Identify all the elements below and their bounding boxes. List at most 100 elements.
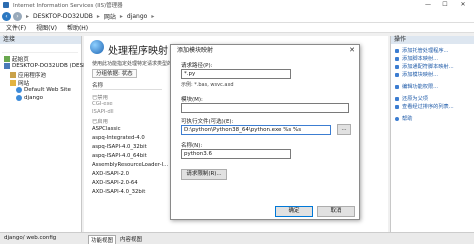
dialog-title: 添加模块映射	[171, 45, 359, 56]
executable-input[interactable]: D:\python\Python38_64\python.exe %s %s	[181, 125, 331, 135]
breadcrumb-separator: ▸	[119, 12, 123, 20]
breadcrumb-separator: ▸	[151, 12, 155, 20]
group-by-dropdown[interactable]: 分组依据: 状态	[92, 69, 137, 78]
action-label: 查看经过排序的列表...	[402, 104, 454, 110]
tree-item-label: 起始页	[12, 57, 29, 63]
tree-item-label: 应用程序池	[18, 73, 46, 79]
bullet-icon	[395, 96, 399, 101]
list-item[interactable]: AXD-ISAPI-2.0	[92, 171, 129, 177]
bullet-icon	[395, 56, 399, 61]
bullet-icon	[395, 104, 399, 109]
list-item[interactable]: aspq-Integrated-4.0	[92, 135, 145, 141]
bullet-icon	[395, 84, 399, 89]
globe-icon	[16, 87, 22, 93]
action-label: 添加通配符脚本映射...	[402, 64, 454, 70]
group-header-disabled: 已禁用	[92, 95, 108, 101]
breadcrumb-sites[interactable]: 网站	[104, 12, 116, 21]
list-item[interactable]: ISAPI-dll	[92, 109, 114, 115]
help-icon	[395, 116, 399, 121]
module-label: 模块(M):	[181, 97, 203, 103]
menu-help[interactable]: 帮助(H)	[67, 23, 88, 32]
folder-icon	[10, 80, 16, 86]
name-label: 名称(N):	[181, 143, 203, 149]
menu-view[interactable]: 视图(V)	[36, 23, 57, 32]
breadcrumb-separator: ▸	[26, 12, 30, 20]
action-add-managed-handler[interactable]: 添加托管处理程序...	[395, 47, 448, 54]
connections-header: 连接	[0, 36, 81, 44]
action-label: 编辑功能权限...	[402, 84, 439, 90]
menu-bar: 文件(F) 视图(V) 帮助(H)	[0, 23, 474, 33]
action-add-module-map[interactable]: 添加模块映射...	[395, 71, 438, 78]
tree-item-django[interactable]: django	[16, 95, 43, 101]
action-label: 添加托管处理程序...	[402, 48, 449, 54]
globe-icon	[16, 95, 22, 101]
bullet-icon	[395, 72, 399, 77]
module-select[interactable]	[181, 103, 349, 113]
tree-item-label: 网站	[18, 81, 30, 87]
action-view-ordered-list[interactable]: 查看经过排序的列表...	[395, 103, 454, 110]
window-title: Internet Information Services (IIS)管理器	[13, 3, 123, 9]
add-module-mapping-dialog: 添加模块映射 ✕ 请求路径(P): *.py 示例: *.bas, wsvc.a…	[170, 44, 360, 220]
cancel-button[interactable]: 取消	[317, 206, 355, 217]
list-item[interactable]: AXD-ISAPI-2.0-64	[92, 180, 138, 186]
list-item[interactable]: aspq-ISAPI-4.0_64bit	[92, 153, 147, 159]
action-revert-to-parent[interactable]: 还原为父项	[395, 95, 428, 102]
actions-header: 操作	[391, 36, 474, 44]
executable-label: 可执行文件(可选)(E):	[181, 119, 234, 125]
tree-item-start-page[interactable]: 起始页	[4, 55, 29, 63]
address-bar: ‹ › ▸ DESKTOP-DO32UDB ▸ 网站 ▸ django ▸	[0, 10, 474, 23]
tree-item-sites[interactable]: 网站	[10, 79, 29, 87]
breadcrumb-server[interactable]: DESKTOP-DO32UDB	[33, 13, 93, 20]
request-path-example: 示例: *.bas, wsvc.axd	[181, 82, 234, 88]
start-page-icon	[4, 56, 10, 62]
list-item[interactable]: AssemblyResourceLoader-I...	[92, 162, 168, 168]
tab-feature-view[interactable]: 功能视图	[88, 235, 117, 244]
list-item[interactable]: aspq-ISAPI-4.0_32bit	[92, 144, 147, 150]
action-label: 添加脚本映射...	[402, 56, 439, 62]
connections-panel: 连接 起始页 DESKTOP-DO32UDB (DESKTOP-DO32UDB\…	[0, 36, 136, 232]
dialog-close-icon[interactable]: ✕	[349, 45, 355, 56]
request-path-input[interactable]: *.py	[181, 69, 291, 79]
tree-item-default-web-site[interactable]: Default Web Site	[16, 87, 71, 93]
status-bar: django/ web.config 功能视图 内容视图	[0, 232, 474, 244]
menu-file[interactable]: 文件(F)	[6, 23, 26, 32]
close-window-button[interactable]: ✕	[455, 0, 471, 10]
group-header-enabled: 已启用	[92, 119, 108, 125]
list-item[interactable]: AXD-ISAPI-4.0_32bit	[92, 189, 145, 195]
action-add-wildcard-script-map[interactable]: 添加通配符脚本映射...	[395, 63, 454, 70]
column-header-name[interactable]: 名称	[92, 82, 162, 90]
breadcrumb-separator: ▸	[96, 12, 100, 20]
title-bar: Internet Information Services (IIS)管理器	[0, 0, 474, 10]
app-pool-icon	[10, 72, 16, 78]
name-input[interactable]: python3.6	[181, 149, 291, 159]
action-help[interactable]: 帮助	[395, 115, 412, 122]
handler-mappings-icon	[90, 40, 104, 54]
list-item[interactable]: ASPClassic	[92, 126, 121, 132]
list-item[interactable]: CGI-exe	[92, 101, 113, 107]
action-label: 添加模块映射...	[402, 72, 439, 78]
server-icon	[4, 63, 10, 69]
request-restrictions-button[interactable]: 请求限制(R)...	[181, 169, 227, 180]
actions-panel: 操作 添加托管处理程序... 添加脚本映射... 添加通配符脚本映射... 添加…	[390, 36, 474, 232]
back-arrow-icon[interactable]: ‹	[2, 11, 11, 21]
tab-content-view[interactable]: 内容视图	[118, 235, 144, 243]
request-path-label: 请求路径(P):	[181, 63, 213, 69]
bullet-icon	[395, 48, 399, 53]
breadcrumb: ▸ DESKTOP-DO32UDB ▸ 网站 ▸ django ▸	[26, 12, 154, 21]
connections-toolbar	[2, 45, 78, 53]
minimize-button[interactable]: —	[420, 0, 436, 10]
action-label: 帮助	[402, 116, 413, 122]
ok-button[interactable]: 确定	[275, 206, 313, 217]
tree-item-label: django	[24, 95, 44, 101]
status-path: django/ web.config	[4, 235, 57, 241]
browse-button[interactable]: ...	[337, 124, 351, 135]
action-add-script-map[interactable]: 添加脚本映射...	[395, 55, 438, 62]
maximize-button[interactable]: ☐	[437, 0, 453, 10]
action-edit-feature-permissions[interactable]: 编辑功能权限...	[395, 83, 438, 90]
breadcrumb-django[interactable]: django	[127, 13, 147, 20]
forward-arrow-icon[interactable]: ›	[13, 11, 22, 21]
page-title: 处理程序映射	[108, 46, 168, 57]
tree-item-app-pools[interactable]: 应用程序池	[10, 71, 46, 79]
tree-item-label: Default Web Site	[24, 87, 71, 93]
bullet-icon	[395, 64, 399, 69]
